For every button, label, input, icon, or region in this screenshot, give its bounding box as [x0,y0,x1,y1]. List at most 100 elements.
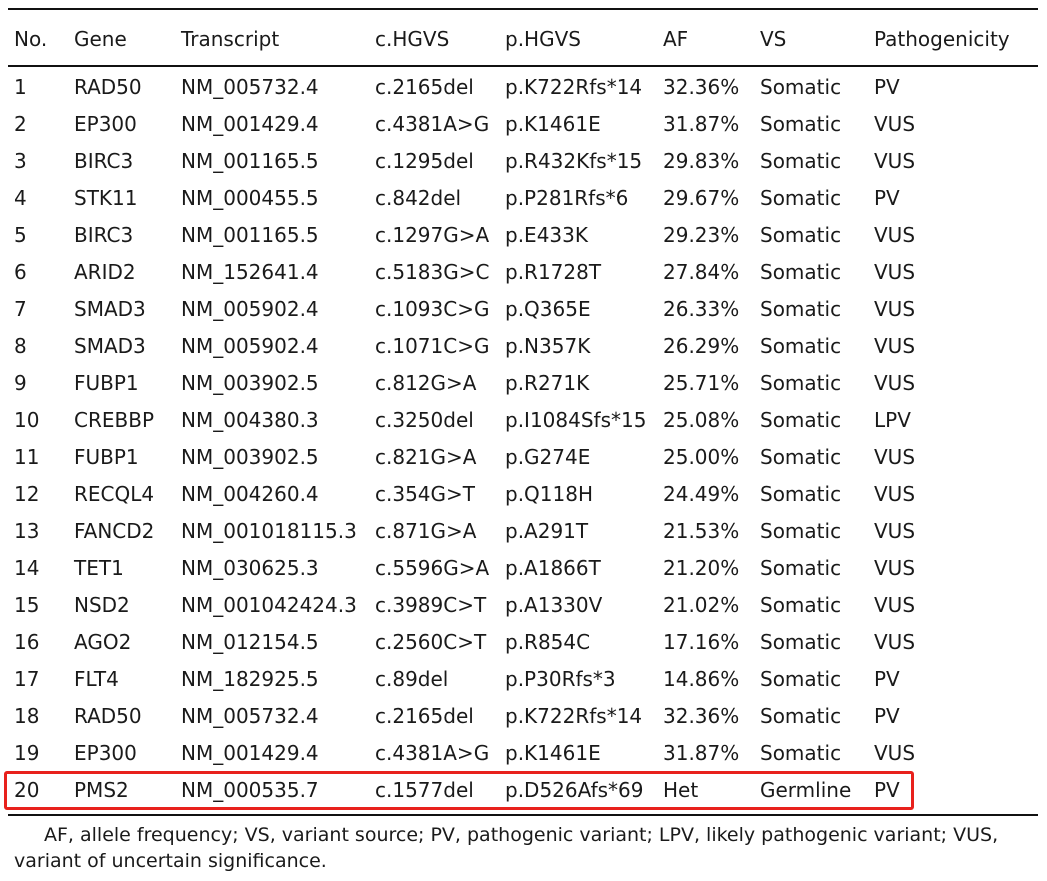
cell-p-hgvs: p.K722Rfs*14 [505,75,643,99]
cell-no: 10 [14,408,40,432]
cell-no: 13 [14,519,40,543]
cell-gene: FUBP1 [74,445,139,469]
cell-transcript: NM_005902.4 [181,334,319,358]
table-row: 7 SMAD3 NM_005902.4 c.1093C>G p.Q365E 26.33% S… [0,291,1047,328]
cell-no: 11 [14,445,40,469]
cell-p-hgvs: p.E433K [505,223,588,247]
cell-af: 24.49% [663,482,740,506]
cell-p-hgvs: p.G274E [505,445,591,469]
cell-p-hgvs: p.P30Rfs*3 [505,667,616,691]
table-row: 14 TET1 NM_030625.3 c.5596G>A p.A1866T 21.20%… [0,550,1047,587]
cell-pathogenicity: VUS [874,556,916,580]
table-row: 2 EP300 NM_001429.4 c.4381A>G p.K1461E 31.87%… [0,106,1047,143]
cell-pathogenicity: VUS [874,371,916,395]
header-transcript: Transcript [181,27,280,51]
table-row: 11 FUBP1 NM_003902.5 c.821G>A p.G274E 25.00% S… [0,439,1047,476]
cell-pathogenicity: VUS [874,519,916,543]
cell-c-hgvs: c.1297G>A [375,223,490,247]
cell-transcript: NM_001165.5 [181,223,319,247]
cell-pathogenicity: VUS [874,149,916,173]
table-row: 17 FLT4 NM_182925.5 c.89del p.P30Rfs*3 14.86%… [0,661,1047,698]
cell-vs: Somatic [760,371,842,395]
cell-c-hgvs: c.1295del [375,149,474,173]
table-row: 18 RAD50 NM_005732.4 c.2165del p.K722Rfs*14 3… [0,698,1047,735]
cell-transcript: NM_001165.5 [181,149,319,173]
cell-c-hgvs: c.354G>T [375,482,475,506]
cell-af: 31.87% [663,741,740,765]
table-row: 16 AGO2 NM_012154.5 c.2560C>T p.R854C 17.16% S… [0,624,1047,661]
cell-vs: Somatic [760,482,842,506]
cell-gene: EP300 [74,112,137,136]
cell-p-hgvs: p.A291T [505,519,589,543]
highlighted-row-box [4,771,914,810]
cell-no: 16 [14,630,40,654]
cell-no: 17 [14,667,40,691]
header-gene: Gene [74,27,127,51]
cell-vs: Somatic [760,112,842,136]
cell-p-hgvs: p.A1866T [505,556,601,580]
cell-vs: Somatic [760,186,842,210]
table-row: 10 CREBBP NM_004380.3 c.3250del p.I1084Sfs*1… [0,402,1047,439]
cell-no: 3 [14,149,27,173]
cell-gene: RAD50 [74,75,142,99]
cell-c-hgvs: c.5596G>A [375,556,490,580]
cell-no: 5 [14,223,27,247]
cell-no: 14 [14,556,40,580]
header-af: AF [663,27,689,51]
cell-no: 4 [14,186,27,210]
cell-c-hgvs: c.5183G>C [375,260,490,284]
cell-transcript: NM_003902.5 [181,371,319,395]
header-c-hgvs: c.HGVS [375,27,450,51]
cell-af: 29.67% [663,186,740,210]
cell-pathogenicity: VUS [874,445,916,469]
cell-no: 8 [14,334,27,358]
cell-gene: RECQL4 [74,482,155,506]
cell-vs: Somatic [760,593,842,617]
cell-vs: Somatic [760,149,842,173]
table-footnote: AF, allele frequency; VS, variant source… [14,824,999,872]
cell-transcript: NM_004380.3 [181,408,319,432]
cell-gene: FUBP1 [74,371,139,395]
cell-c-hgvs: c.821G>A [375,445,477,469]
cell-p-hgvs: p.K1461E [505,112,601,136]
cell-af: 14.86% [663,667,740,691]
cell-gene: TET1 [74,556,124,580]
cell-no: 7 [14,297,27,321]
header-p-hgvs: p.HGVS [505,27,581,51]
cell-gene: STK11 [74,186,138,210]
cell-transcript: NM_004260.4 [181,482,319,506]
cell-transcript: NM_152641.4 [181,260,319,284]
cell-no: 6 [14,260,27,284]
cell-pathogenicity: VUS [874,482,916,506]
cell-vs: Somatic [760,519,842,543]
cell-transcript: NM_005732.4 [181,75,319,99]
cell-transcript: NM_012154.5 [181,630,319,654]
cell-vs: Somatic [760,334,842,358]
cell-transcript: NM_182925.5 [181,667,319,691]
table-row: 1 RAD50 NM_005732.4 c.2165del p.K722Rfs*14 32… [0,69,1047,106]
cell-gene: NSD2 [74,593,130,617]
cell-af: 31.87% [663,112,740,136]
table-row: 13 FANCD2 NM_001018115.3 c.871G>A p.A291T 21.… [0,513,1047,550]
cell-transcript: NM_030625.3 [181,556,319,580]
table-row: 15 NSD2 NM_001042424.3 c.3989C>T p.A1330V 21.… [0,587,1047,624]
table-row: 3 BIRC3 NM_001165.5 c.1295del p.R432Kfs*15 29… [0,143,1047,180]
cell-af: 21.53% [663,519,740,543]
cell-c-hgvs: c.3989C>T [375,593,487,617]
cell-no: 9 [14,371,27,395]
cell-p-hgvs: p.K1461E [505,741,601,765]
cell-no: 1 [14,75,27,99]
cell-c-hgvs: c.2560C>T [375,630,487,654]
cell-c-hgvs: c.2165del [375,75,474,99]
cell-pathogenicity: VUS [874,741,916,765]
cell-c-hgvs: c.3250del [375,408,474,432]
cell-transcript: NM_001018115.3 [181,519,357,543]
cell-p-hgvs: p.Q365E [505,297,591,321]
cell-af: 26.33% [663,297,740,321]
table-bottom-rule [8,814,1038,816]
cell-transcript: NM_005732.4 [181,704,319,728]
cell-vs: Somatic [760,408,842,432]
cell-pathogenicity: VUS [874,334,916,358]
cell-pathogenicity: PV [874,186,900,210]
cell-pathogenicity: VUS [874,112,916,136]
